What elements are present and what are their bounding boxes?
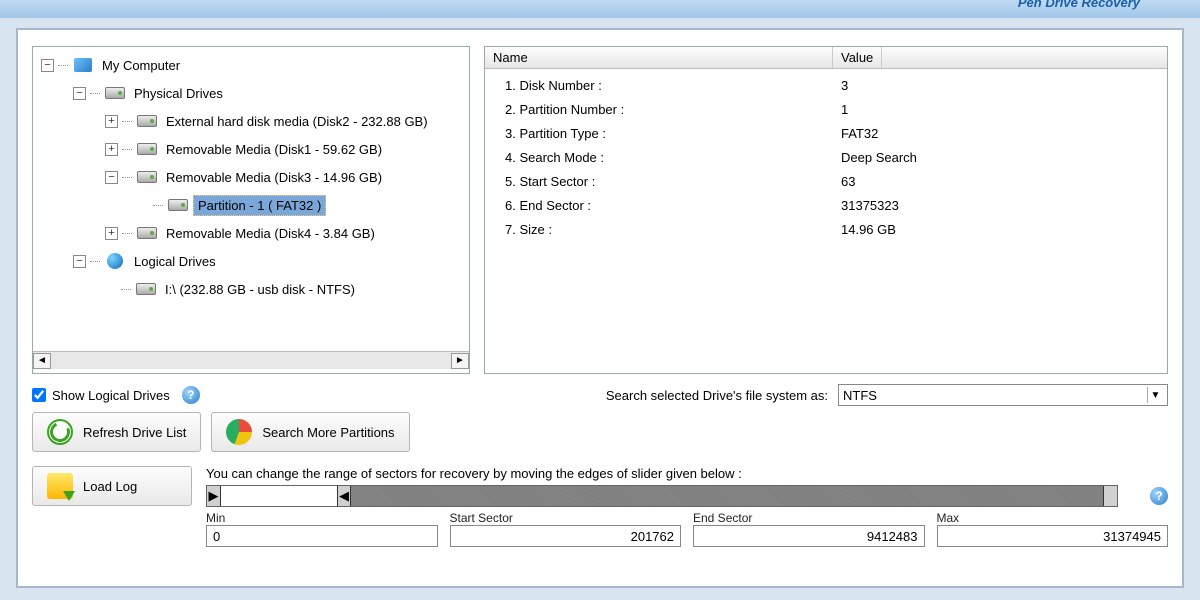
help-icon[interactable]: ? bbox=[1150, 487, 1168, 505]
slider-handle-right-icon[interactable]: ◀ bbox=[337, 486, 351, 506]
help-icon[interactable]: ? bbox=[182, 386, 200, 404]
tree-physical-drives[interactable]: Physical Drives bbox=[130, 84, 227, 103]
drive-icon bbox=[135, 281, 157, 297]
drive-icon bbox=[136, 113, 158, 129]
prop-row: 3. Partition Type :FAT32 bbox=[485, 121, 1167, 145]
properties-header: Name Value bbox=[485, 47, 1167, 69]
tree-logical-i[interactable]: I:\ (232.88 GB - usb disk - NTFS) bbox=[161, 280, 359, 299]
search-more-partitions-button[interactable]: Search More Partitions bbox=[211, 412, 409, 452]
min-sector-input[interactable] bbox=[206, 525, 438, 547]
tree-disk3[interactable]: Removable Media (Disk3 - 14.96 GB) bbox=[162, 168, 386, 187]
prop-row: 1. Disk Number :3 bbox=[485, 73, 1167, 97]
main-frame: − My Computer − Physical Drives + Extern… bbox=[16, 28, 1184, 588]
filesystem-value: NTFS bbox=[843, 388, 877, 403]
drive-icon bbox=[136, 225, 158, 241]
tree-h-scrollbar[interactable]: ◄ ► bbox=[33, 351, 469, 369]
search-fs-label: Search selected Drive's file system as: bbox=[606, 388, 828, 403]
tree-my-computer[interactable]: My Computer bbox=[98, 56, 184, 75]
refresh-drive-list-button[interactable]: Refresh Drive List bbox=[32, 412, 201, 452]
drive-tree[interactable]: − My Computer − Physical Drives + Extern… bbox=[33, 47, 469, 351]
tree-partition-selected[interactable]: Partition - 1 ( FAT32 ) bbox=[193, 195, 326, 216]
tree-disk4[interactable]: Removable Media (Disk4 - 3.84 GB) bbox=[162, 224, 379, 243]
drive-icon bbox=[167, 197, 189, 213]
scroll-left-icon[interactable]: ◄ bbox=[33, 353, 51, 369]
expand-toggle[interactable]: − bbox=[105, 171, 118, 184]
col-value[interactable]: Value bbox=[833, 47, 882, 68]
tree-disk1[interactable]: Removable Media (Disk1 - 59.62 GB) bbox=[162, 140, 386, 159]
tree-disk2[interactable]: External hard disk media (Disk2 - 232.88… bbox=[162, 112, 432, 131]
drive-icon bbox=[136, 141, 158, 157]
app-header: Pen Drive Recovery bbox=[0, 0, 1200, 18]
drive-icon bbox=[136, 169, 158, 185]
expand-toggle[interactable]: + bbox=[105, 143, 118, 156]
sector-range-slider[interactable]: ▶ ◀ bbox=[206, 485, 1118, 507]
properties-panel: Name Value 1. Disk Number :3 2. Partitio… bbox=[484, 46, 1168, 374]
expand-toggle[interactable]: + bbox=[105, 115, 118, 128]
prop-row: 6. End Sector :31375323 bbox=[485, 193, 1167, 217]
tree-logical-drives[interactable]: Logical Drives bbox=[130, 252, 220, 271]
drive-tree-panel: − My Computer − Physical Drives + Extern… bbox=[32, 46, 470, 374]
load-log-button[interactable]: Load Log bbox=[32, 466, 192, 506]
expand-toggle[interactable]: − bbox=[73, 255, 86, 268]
prop-row: 2. Partition Number :1 bbox=[485, 97, 1167, 121]
max-sector-input[interactable] bbox=[937, 525, 1169, 547]
drive-icon bbox=[104, 85, 126, 101]
app-title: Pen Drive Recovery bbox=[1018, 0, 1140, 10]
pie-chart-icon bbox=[226, 419, 252, 445]
col-name[interactable]: Name bbox=[485, 47, 833, 68]
start-sector-label: Start Sector bbox=[450, 511, 682, 525]
chevron-down-icon: ▼ bbox=[1147, 387, 1163, 403]
min-label: Min bbox=[206, 511, 438, 525]
filesystem-select[interactable]: NTFS ▼ bbox=[838, 384, 1168, 406]
max-label: Max bbox=[937, 511, 1169, 525]
refresh-icon bbox=[47, 419, 73, 445]
show-logical-checkbox[interactable]: Show Logical Drives bbox=[32, 388, 170, 403]
show-logical-input[interactable] bbox=[32, 388, 46, 402]
scroll-right-icon[interactable]: ► bbox=[451, 353, 469, 369]
globe-icon bbox=[104, 253, 126, 269]
expand-toggle[interactable]: + bbox=[105, 227, 118, 240]
prop-row: 5. Start Sector :63 bbox=[485, 169, 1167, 193]
end-sector-label: End Sector bbox=[693, 511, 925, 525]
load-log-icon bbox=[47, 473, 73, 499]
prop-row: 7. Size :14.96 GB bbox=[485, 217, 1167, 241]
slider-handle-left-icon[interactable]: ▶ bbox=[207, 486, 221, 506]
expand-toggle[interactable]: − bbox=[41, 59, 54, 72]
sector-hint: You can change the range of sectors for … bbox=[206, 466, 1168, 481]
computer-icon bbox=[72, 57, 94, 73]
end-sector-input[interactable] bbox=[693, 525, 925, 547]
prop-row: 4. Search Mode :Deep Search bbox=[485, 145, 1167, 169]
start-sector-input[interactable] bbox=[450, 525, 682, 547]
expand-toggle[interactable]: − bbox=[73, 87, 86, 100]
